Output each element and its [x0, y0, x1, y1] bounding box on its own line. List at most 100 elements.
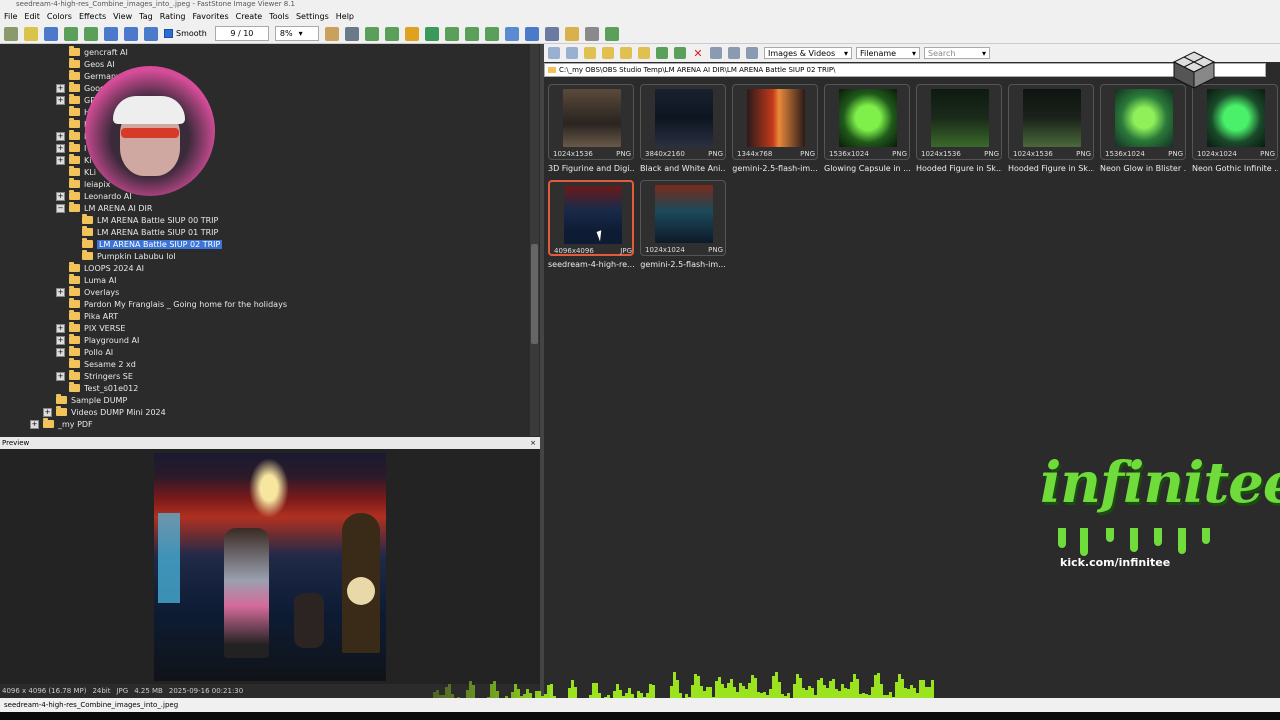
menu-rating[interactable]: Rating	[160, 12, 186, 21]
thumbnail-image[interactable]	[1207, 89, 1265, 147]
path-bar[interactable]: C:\_my OBS\OBS Studio Temp\LM ARENA AI D…	[544, 63, 1266, 77]
tree-item[interactable]: +KLi	[56, 166, 96, 178]
thumbnail-image[interactable]	[747, 89, 805, 147]
folder-icon[interactable]	[24, 26, 38, 41]
thumbnail[interactable]: 4096x4096 JPG seedream-4-high-re...	[548, 180, 634, 272]
expand-icon[interactable]: +	[56, 191, 65, 201]
thumbnail-image[interactable]	[1023, 89, 1081, 147]
thumbnail-filename[interactable]: gemini-2.5-flash-im...	[732, 164, 818, 173]
tree-item[interactable]: +gencraft AI	[56, 46, 128, 58]
menu-tools[interactable]: Tools	[269, 12, 289, 21]
compare-icon[interactable]	[504, 26, 519, 41]
details-view-icon[interactable]	[746, 47, 758, 59]
menu-help[interactable]: Help	[336, 12, 354, 21]
save-icon[interactable]	[44, 26, 58, 41]
tree-scrollbar[interactable]	[530, 44, 539, 436]
up-folder-icon[interactable]	[584, 47, 596, 59]
tree-item[interactable]: + PIX VERSE	[56, 322, 125, 334]
thumbnail-image[interactable]	[655, 89, 713, 147]
thumbnail[interactable]: 1024x1536 PNG Hooded Figure in Sk...	[1008, 84, 1094, 176]
thumbnail[interactable]: 1024x1536 PNG 3D Figurine and Digi...	[548, 84, 634, 176]
menu-view[interactable]: View	[113, 12, 132, 21]
search-input[interactable]: Search ▾	[924, 47, 990, 59]
list-view-icon[interactable]	[728, 47, 740, 59]
print-icon[interactable]	[584, 26, 599, 41]
tree-item[interactable]: + Leonardo AI	[56, 190, 132, 202]
thumbnail-filename[interactable]: gemini-2.5-flash-im...	[640, 260, 726, 269]
expand-icon[interactable]: +	[56, 83, 65, 93]
menu-favorites[interactable]: Favorites	[192, 12, 228, 21]
thumbnail-filename[interactable]: Black and White Ani...	[640, 164, 726, 173]
scrollbar-thumb[interactable]	[531, 244, 538, 344]
actual-size-icon[interactable]	[144, 26, 158, 41]
expand-icon[interactable]: +	[56, 371, 65, 381]
tree-item[interactable]: +LOOPS 2024 AI	[56, 262, 144, 274]
menu-tag[interactable]: Tag	[139, 12, 153, 21]
tree-item[interactable]: +Pika ART	[56, 310, 118, 322]
thumbnail[interactable]: 1536x1024 PNG Glowing Capsule in ...	[824, 84, 910, 176]
move-to-icon[interactable]	[674, 47, 686, 59]
thumbnail-frame[interactable]: 3840x2160 PNG	[640, 84, 726, 160]
thumbnail-filename[interactable]: Glowing Capsule in ...	[824, 164, 910, 173]
thumbnail-image[interactable]	[931, 89, 989, 147]
thumbnail-frame[interactable]: 1024x1536 PNG	[916, 84, 1002, 160]
tree-item[interactable]: +LM ARENA Battle SIUP 00 TRIP	[69, 214, 218, 226]
tree-item[interactable]: + Pollo AI	[56, 346, 113, 358]
tree-item[interactable]: + Videos DUMP Mini 2024	[43, 406, 166, 418]
expand-icon[interactable]: +	[56, 143, 65, 153]
tree-item[interactable]: +Luma AI	[56, 274, 116, 286]
wallpaper-icon[interactable]	[564, 26, 579, 41]
thumbnail-image[interactable]	[655, 185, 713, 243]
tree-item[interactable]: + Overlays	[56, 286, 119, 298]
expand-icon[interactable]: +	[56, 95, 65, 105]
fit-icon[interactable]	[344, 26, 359, 41]
tree-item[interactable]: +I	[56, 130, 86, 142]
thumbnail-frame[interactable]: 1024x1536 PNG	[548, 84, 634, 160]
thumbnail-frame[interactable]: 1024x1024 PNG	[640, 180, 726, 256]
expand-icon[interactable]: +	[56, 323, 65, 333]
tree-item[interactable]: + _my PDF	[30, 418, 93, 430]
tree-item[interactable]: +leiapix	[56, 178, 110, 190]
refresh-icon[interactable]	[656, 47, 668, 59]
tree-item[interactable]: +Pardon My Franglais _ Going home for th…	[56, 298, 287, 310]
tree-item[interactable]: +Test_s01e012	[56, 382, 138, 394]
tree-item[interactable]: + Stringers SE	[56, 370, 133, 382]
tree-item[interactable]: + Ki	[56, 154, 91, 166]
tree-item[interactable]: +Pumpkin Labubu lol	[69, 250, 176, 262]
thumbnail-frame[interactable]: 1024x1024 PNG	[1192, 84, 1278, 160]
tree-item[interactable]: + GP	[56, 94, 95, 106]
email-icon[interactable]	[544, 26, 559, 41]
collapse-icon[interactable]: −	[56, 203, 65, 213]
expand-icon[interactable]: +	[43, 407, 52, 417]
zoom-select[interactable]: 8% ▾	[274, 26, 319, 41]
sort-select[interactable]: Filename ▾	[856, 47, 920, 59]
menu-create[interactable]: Create	[236, 12, 263, 21]
thumbnail-frame[interactable]: 1344x768 PNG	[732, 84, 818, 160]
zoom-in-icon[interactable]	[104, 26, 118, 41]
crop-icon[interactable]	[444, 26, 459, 41]
hand-tool-icon[interactable]	[324, 26, 339, 41]
smooth-checkbox[interactable]: Smooth	[164, 29, 207, 38]
thumbnail-image[interactable]	[564, 186, 622, 244]
thumbnail-frame[interactable]: 1024x1536 PNG	[1008, 84, 1094, 160]
tree-item[interactable]: +Geos AI	[56, 58, 115, 70]
thumbnail[interactable]: 1024x1024 PNG Neon Gothic Infinite ...	[1192, 84, 1278, 176]
thumbnail-filename[interactable]: 3D Figurine and Digi...	[548, 164, 634, 173]
expand-icon[interactable]: +	[56, 347, 65, 357]
thumbnail-filename[interactable]: Hooded Figure in Sk...	[916, 164, 1002, 173]
expand-icon[interactable]: +	[56, 131, 65, 141]
forward-icon[interactable]	[566, 47, 578, 59]
menu-colors[interactable]: Colors	[47, 12, 72, 21]
open-icon[interactable]	[4, 26, 18, 41]
tree-item[interactable]: − LM ARENA AI DIR	[56, 202, 152, 214]
delete-icon[interactable]: ✕	[692, 47, 704, 60]
thumbnail-filename[interactable]: Neon Glow in Blister ...	[1100, 164, 1186, 173]
thumbnail-image[interactable]	[839, 89, 897, 147]
menu-file[interactable]: File	[4, 12, 17, 21]
thumbnail-filename[interactable]: seedream-4-high-re...	[548, 260, 634, 269]
preview-close-icon[interactable]: ×	[530, 437, 536, 449]
rotate-left-icon[interactable]	[364, 26, 379, 41]
copy-to-icon[interactable]	[638, 47, 650, 59]
menu-effects[interactable]: Effects	[79, 12, 106, 21]
edit-icon[interactable]	[604, 26, 619, 41]
